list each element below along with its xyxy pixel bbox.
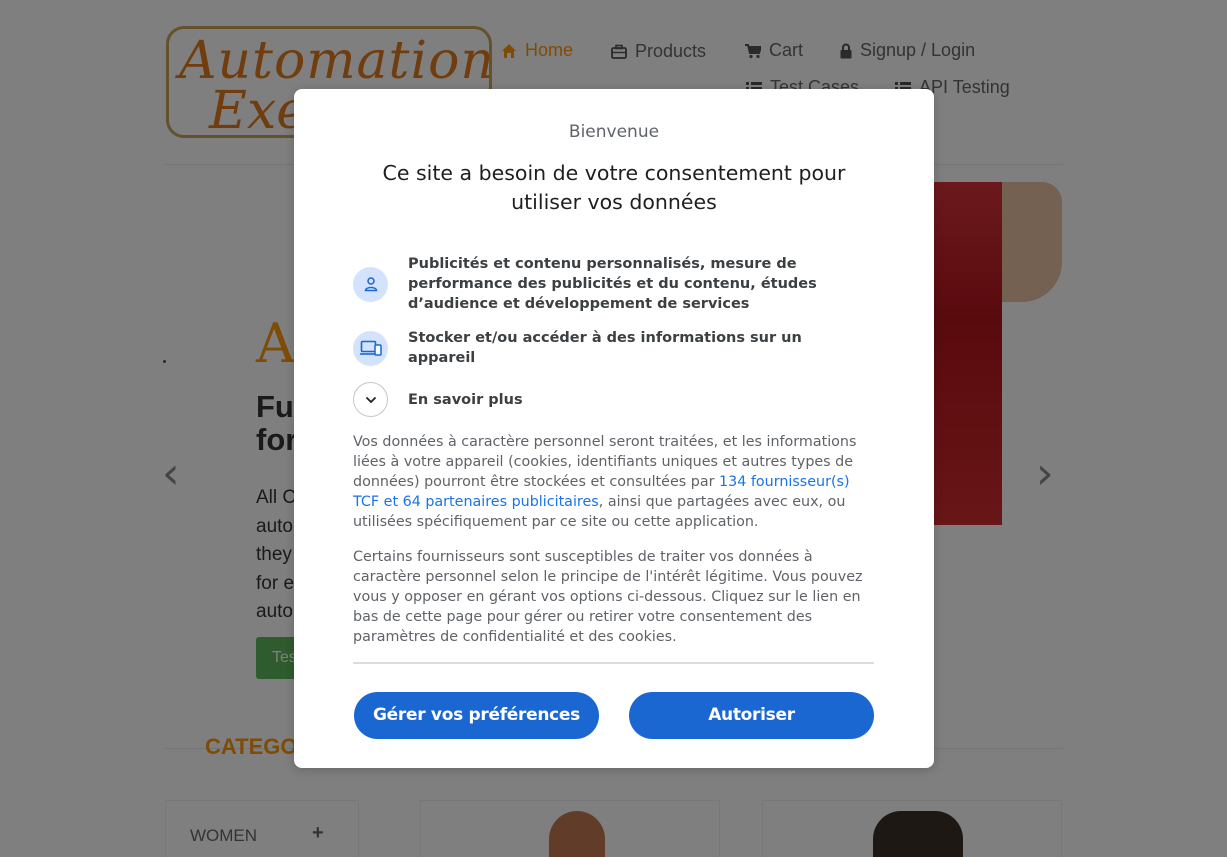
accept-button[interactable]: Autoriser: [629, 692, 874, 739]
consent-dialog: Bienvenue Ce site a besoin de votre cons…: [294, 89, 934, 768]
consent-paragraph-2: Certains fournisseurs sont susceptibles …: [353, 549, 863, 645]
person-icon: [353, 266, 388, 302]
learn-more-label: En savoir plus: [408, 391, 523, 408]
manage-preferences-button[interactable]: Gérer vos préférences: [354, 692, 599, 739]
consent-paragraph-1: Vos données à caractère personnel seront…: [353, 432, 875, 532]
consent-welcome: Bienvenue: [568, 122, 660, 142]
consent-title: Ce site a besoin de votre consentement p…: [382, 161, 846, 214]
learn-more-toggle[interactable]: En savoir plus: [353, 382, 873, 417]
page: Automation Exe Home Products Cart Signup…: [0, 0, 1227, 857]
purpose-text: Publicités et contenu personnalisés, mes…: [408, 256, 817, 312]
chevron-down-icon[interactable]: [353, 382, 388, 417]
devices-icon: [353, 330, 388, 366]
consent-divider: [353, 662, 874, 664]
purpose-device-storage: Stocker et/ou accéder à des informations…: [353, 328, 873, 368]
purpose-personalised-ads: Publicités et contenu personnalisés, mes…: [353, 254, 873, 314]
purpose-text: Stocker et/ou accéder à des informations…: [408, 330, 802, 366]
